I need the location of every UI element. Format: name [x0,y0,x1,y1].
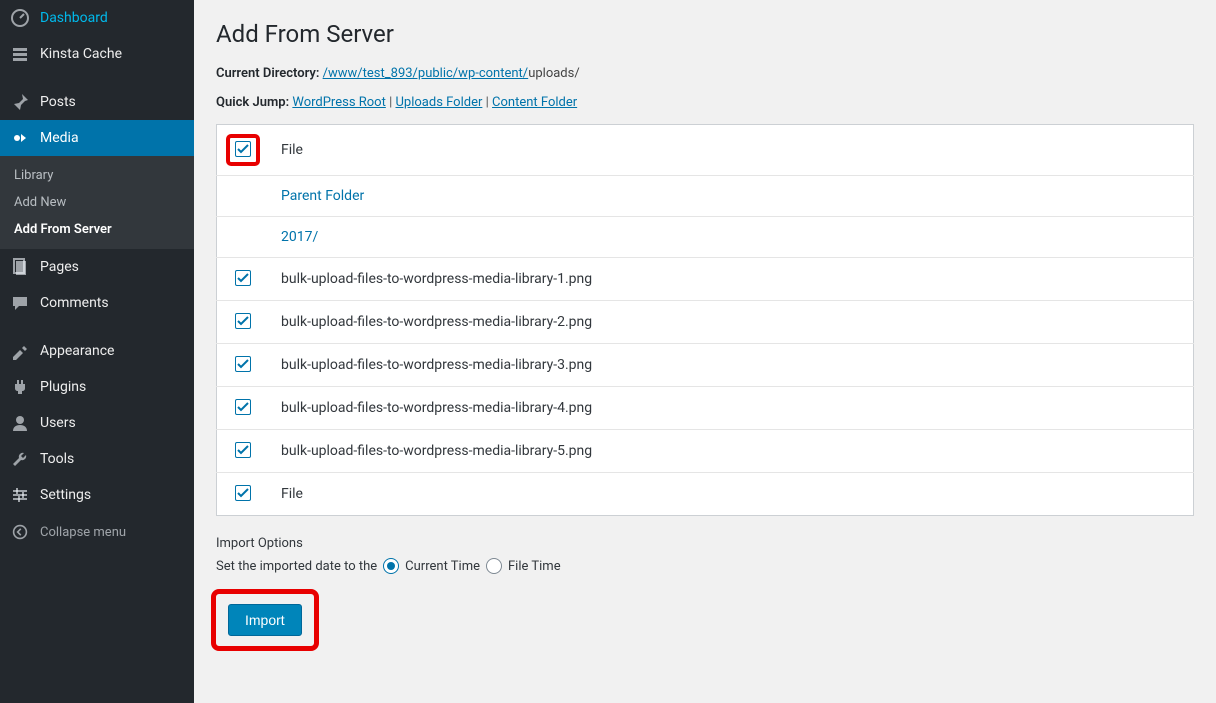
current-directory: Current Directory: /www/test_893/public/… [216,66,1194,81]
sidebar-label: Appearance [40,343,114,359]
sidebar-label: Plugins [40,379,86,395]
sidebar-item-media[interactable]: Media [0,120,194,156]
file-name: bulk-upload-files-to-wordpress-media-lib… [269,430,1194,473]
current-dir-label: Current Directory: [216,66,319,81]
folder-link[interactable]: 2017/ [281,229,318,245]
radio-file-label: File Time [508,559,561,574]
file-name: bulk-upload-files-to-wordpress-media-lib… [269,258,1194,301]
sidebar-item-plugins[interactable]: Plugins [0,369,194,405]
media-icon [10,128,30,148]
sidebar-item-dashboard[interactable]: Dashboard [0,0,194,36]
sidebar-label: Media [40,130,79,146]
parent-folder-link[interactable]: Parent Folder [281,188,364,204]
collapse-label: Collapse menu [40,525,126,540]
admin-sidebar: Dashboard Kinsta Cache Posts Media Libra… [0,0,194,703]
collapse-menu[interactable]: Collapse menu [0,513,194,551]
users-icon [10,413,30,433]
file-column-footer: File [269,473,1194,516]
tools-icon [10,449,30,469]
table-row: bulk-upload-files-to-wordpress-media-lib… [217,301,1194,344]
current-dir-link[interactable]: /www/test_893/public/wp-content/ [323,66,529,81]
settings-icon [10,485,30,505]
page-title: Add From Server [216,20,1194,48]
sidebar-item-appearance[interactable]: Appearance [0,333,194,369]
radio-file-time[interactable] [486,558,502,574]
table-row: bulk-upload-files-to-wordpress-media-lib… [217,258,1194,301]
select-all-checkbox[interactable] [235,141,251,157]
sidebar-label: Users [40,415,76,431]
table-footer-row: File [217,473,1194,516]
file-checkbox[interactable] [235,442,251,458]
quick-jump: Quick Jump: WordPress Root | Uploads Fol… [216,95,1194,110]
quick-jump-content[interactable]: Content Folder [492,95,577,110]
quick-jump-uploads[interactable]: Uploads Folder [395,95,482,110]
quick-jump-wp-root[interactable]: WordPress Root [292,95,385,110]
select-all-footer-checkbox[interactable] [235,485,251,501]
sidebar-subitem-add-from-server[interactable]: Add From Server [0,216,194,243]
file-checkbox[interactable] [235,270,251,286]
import-options-title: Import Options [216,536,1194,551]
pin-icon [10,92,30,112]
file-name: bulk-upload-files-to-wordpress-media-lib… [269,387,1194,430]
main-content: Add From Server Current Directory: /www/… [194,0,1216,703]
file-checkbox[interactable] [235,399,251,415]
sidebar-item-comments[interactable]: Comments [0,285,194,321]
file-column-header: File [269,125,1194,176]
sidebar-item-posts[interactable]: Posts [0,84,194,120]
sidebar-label: Comments [40,295,109,311]
file-name: bulk-upload-files-to-wordpress-media-lib… [269,301,1194,344]
sidebar-item-pages[interactable]: Pages [0,249,194,285]
highlight-select-all [229,137,257,163]
pages-icon [10,257,30,277]
sidebar-label: Settings [40,487,91,503]
file-table: File Parent Folder 2017/ bulk-upload-fil… [216,124,1194,516]
date-label: Set the imported date to the [216,559,377,574]
table-row: bulk-upload-files-to-wordpress-media-lib… [217,344,1194,387]
current-dir-tail: uploads/ [528,66,580,81]
table-row: 2017/ [217,217,1194,258]
table-header-row: File [217,125,1194,176]
quick-jump-label: Quick Jump: [216,95,289,110]
sidebar-label: Kinsta Cache [40,46,122,62]
sidebar-label: Pages [40,259,79,275]
sidebar-subitem-library[interactable]: Library [0,162,194,189]
sidebar-item-tools[interactable]: Tools [0,441,194,477]
sidebar-label: Tools [40,451,74,467]
dashboard-icon [10,8,30,28]
sidebar-submenu-media: Library Add New Add From Server [0,156,194,249]
file-checkbox[interactable] [235,313,251,329]
cache-icon [10,44,30,64]
radio-current-time[interactable] [383,558,399,574]
import-button[interactable]: Import [228,604,302,636]
table-row: Parent Folder [217,176,1194,217]
file-checkbox[interactable] [235,356,251,372]
table-row: bulk-upload-files-to-wordpress-media-lib… [217,430,1194,473]
appearance-icon [10,341,30,361]
sidebar-label: Dashboard [40,10,108,26]
highlight-import: Import [216,594,314,646]
comments-icon [10,293,30,313]
sidebar-item-settings[interactable]: Settings [0,477,194,513]
sidebar-item-users[interactable]: Users [0,405,194,441]
file-name: bulk-upload-files-to-wordpress-media-lib… [269,344,1194,387]
sidebar-label: Posts [40,94,76,110]
sidebar-subitem-add-new[interactable]: Add New [0,189,194,216]
radio-current-label: Current Time [405,559,480,574]
collapse-icon [10,522,30,542]
sidebar-item-kinsta-cache[interactable]: Kinsta Cache [0,36,194,72]
plugins-icon [10,377,30,397]
table-row: bulk-upload-files-to-wordpress-media-lib… [217,387,1194,430]
import-options: Import Options Set the imported date to … [216,536,1194,574]
